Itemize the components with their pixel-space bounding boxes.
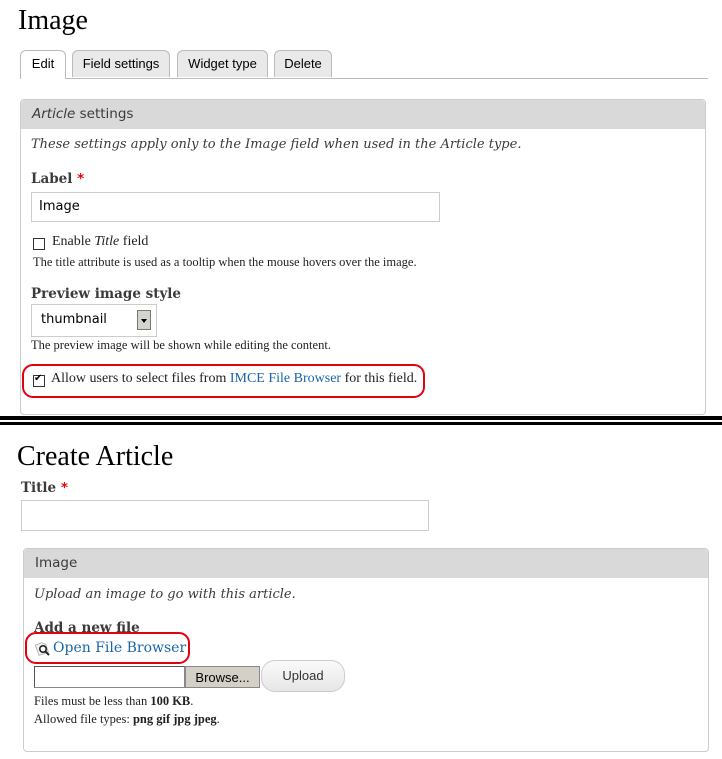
tab-bar: Edit Field settings Widget type Delete bbox=[20, 50, 708, 79]
preview-style-help: The preview image will be shown while ed… bbox=[31, 338, 331, 352]
section-divider bbox=[0, 416, 722, 420]
chevron-down-icon[interactable] bbox=[137, 310, 151, 330]
preview-style-label: Preview image style bbox=[31, 286, 182, 302]
fieldset-legend: Article settings bbox=[21, 100, 705, 129]
required-mark: * bbox=[60, 480, 68, 496]
browse-button[interactable]: Browse... bbox=[185, 666, 260, 688]
imce-link[interactable]: IMCE File Browser bbox=[230, 371, 341, 386]
tab-edit[interactable]: Edit bbox=[20, 50, 66, 79]
enable-title-checkbox[interactable] bbox=[33, 238, 45, 250]
open-file-browser-link[interactable]: Open File Browser bbox=[53, 640, 186, 656]
page-title: Image bbox=[18, 5, 88, 36]
fieldset-description: These settings apply only to the Image f… bbox=[31, 137, 522, 152]
types-note: Allowed file types: png gif jpg jpeg. bbox=[34, 712, 220, 726]
label-field-label: Label * bbox=[31, 171, 85, 187]
imce-label: Allow users to select files from IMCE Fi… bbox=[51, 371, 418, 386]
title-field-label: Title * bbox=[21, 480, 68, 496]
select-value: thumbnail bbox=[41, 312, 107, 327]
tab-delete[interactable]: Delete bbox=[274, 50, 332, 77]
article-settings-fieldset: Article settings These settings apply on… bbox=[20, 99, 706, 415]
upload-button[interactable]: Upload bbox=[261, 660, 345, 692]
preview-style-select[interactable]: thumbnail bbox=[31, 304, 157, 337]
tab-field-settings[interactable]: Field settings bbox=[72, 50, 170, 77]
section-divider bbox=[0, 422, 722, 425]
file-path-input[interactable] bbox=[34, 666, 185, 688]
image-description: Upload an image to go with this article. bbox=[34, 587, 296, 602]
enable-title-label: Enable Title field bbox=[52, 234, 149, 249]
tab-widget-type[interactable]: Widget type bbox=[177, 50, 268, 77]
magnifier-icon bbox=[34, 641, 51, 657]
image-fieldset: Image Upload an image to go with this ar… bbox=[23, 548, 709, 752]
size-note: Files must be less than 100 KB. bbox=[34, 694, 194, 708]
label-input[interactable]: Image bbox=[31, 192, 440, 222]
imce-checkbox[interactable] bbox=[33, 373, 45, 387]
create-article-title: Create Article bbox=[17, 441, 174, 472]
enable-title-help: The title attribute is used as a tooltip… bbox=[33, 255, 417, 269]
fieldset-legend: Image bbox=[24, 549, 708, 578]
title-input[interactable] bbox=[21, 500, 429, 531]
required-mark: * bbox=[77, 171, 85, 187]
